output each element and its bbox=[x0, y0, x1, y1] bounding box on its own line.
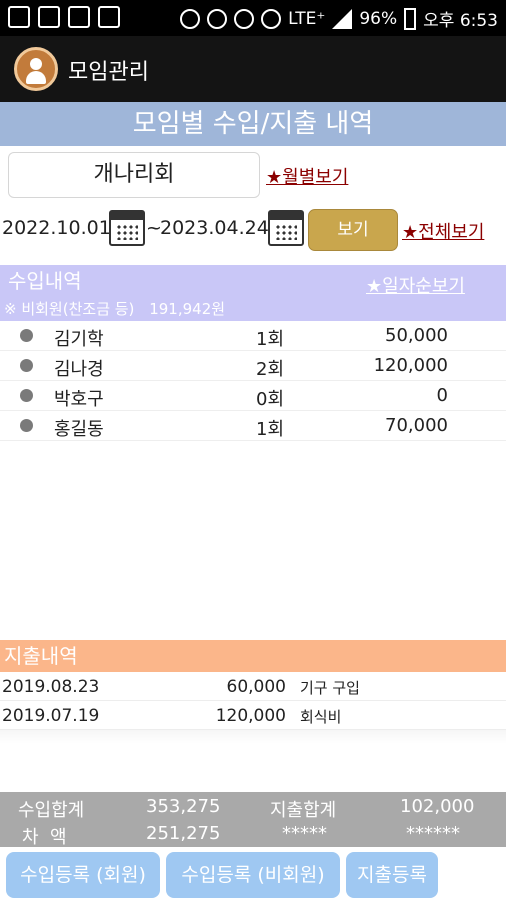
status-bar: LTE⁺ 96% 오후 6:53 bbox=[0, 0, 506, 36]
income-list: 김기학 1회 50,000 김나경 2회 120,000 박호구 0회 0 홍길… bbox=[0, 321, 506, 441]
alarm-icon bbox=[207, 8, 228, 29]
difference-value: 251,275 bbox=[146, 823, 221, 844]
bullet-icon bbox=[20, 359, 33, 372]
page-title: 모임별 수입/지출 내역 bbox=[0, 102, 506, 146]
view-button[interactable]: 보기 bbox=[308, 209, 398, 251]
income-amount: 50,000 bbox=[385, 325, 448, 346]
income-total-label: 수입합계 bbox=[18, 800, 85, 821]
expense-memo: 회식비 bbox=[300, 708, 342, 726]
member-name: 김기학 bbox=[54, 329, 104, 350]
expense-date: 2019.08.23 bbox=[2, 677, 100, 697]
difference-label: 차 액 bbox=[22, 827, 67, 848]
notification-icons bbox=[8, 6, 120, 28]
bullet-icon bbox=[20, 329, 33, 342]
totals-panel: 수입합계 353,275 지출합계 102,000 차 액 251,275 **… bbox=[0, 792, 506, 848]
expense-row[interactable]: 2019.08.23 60,000 기구 구입 bbox=[0, 672, 506, 701]
income-title: 수입내역 bbox=[8, 269, 82, 293]
system-indicators: LTE⁺ 96% 오후 6:53 bbox=[180, 6, 498, 31]
payment-count: 1회 bbox=[256, 329, 285, 350]
add-member-income-button[interactable]: 수입등록 (회원) bbox=[6, 852, 160, 898]
youtube-icon bbox=[68, 6, 90, 28]
nonmember-label: ※ 비회원(찬조금 등) bbox=[4, 300, 135, 318]
mute-icon bbox=[180, 8, 201, 29]
member-name: 박호구 bbox=[54, 389, 104, 410]
masked-value-1: ***** bbox=[282, 823, 327, 844]
group-select-field[interactable]: 개나리회 bbox=[8, 152, 260, 198]
bullet-icon bbox=[20, 389, 33, 402]
expense-total-value: 102,000 bbox=[400, 796, 475, 817]
income-row[interactable]: 김기학 1회 50,000 bbox=[0, 321, 506, 351]
signal-icon bbox=[332, 8, 353, 29]
calendar-from-icon[interactable] bbox=[109, 210, 145, 246]
wifi-icon bbox=[261, 8, 282, 29]
payment-count: 0회 bbox=[256, 389, 285, 410]
income-row[interactable]: 홍길동 1회 70,000 bbox=[0, 411, 506, 441]
battery-percent: 96% bbox=[359, 8, 398, 29]
income-amount: 70,000 bbox=[385, 415, 448, 436]
date-to[interactable]: 2023.04.24 bbox=[160, 217, 269, 239]
income-amount: 0 bbox=[436, 385, 448, 406]
list-fade bbox=[0, 730, 506, 744]
expense-row[interactable]: 2019.07.19 120,000 회식비 bbox=[0, 701, 506, 730]
expense-total-label: 지출합계 bbox=[270, 800, 337, 821]
message-icon bbox=[8, 6, 30, 28]
view-all-link[interactable]: ★전체보기 bbox=[402, 218, 484, 244]
expense-amount: 120,000 bbox=[215, 706, 286, 726]
clock: 오후 6:53 bbox=[423, 11, 498, 31]
member-name: 홍길동 bbox=[54, 419, 104, 440]
member-name: 김나경 bbox=[54, 359, 104, 380]
expense-date: 2019.07.19 bbox=[2, 706, 100, 726]
add-nonmember-income-button[interactable]: 수입등록 (비회원) bbox=[166, 852, 340, 898]
app-title: 모임관리 bbox=[68, 60, 149, 85]
monthly-view-link[interactable]: ★월별보기 bbox=[266, 163, 348, 189]
battery-icon bbox=[404, 7, 417, 30]
expense-section-header: 지출내역 bbox=[0, 640, 506, 672]
calendar-to-icon[interactable] bbox=[268, 210, 304, 246]
income-row[interactable]: 김나경 2회 120,000 bbox=[0, 351, 506, 381]
app-logo-icon bbox=[14, 47, 58, 91]
expense-memo: 기구 구입 bbox=[300, 679, 360, 697]
network-type: LTE⁺ bbox=[288, 8, 326, 29]
income-amount: 120,000 bbox=[373, 355, 448, 376]
hd-icon bbox=[234, 8, 255, 29]
app-bar: 모임관리 bbox=[0, 36, 506, 102]
expense-amount: 60,000 bbox=[226, 677, 286, 697]
bullet-icon bbox=[20, 419, 33, 432]
masked-value-2: ****** bbox=[406, 823, 460, 844]
date-order-link[interactable]: ★일자순보기 bbox=[366, 272, 465, 298]
add-expense-button[interactable]: 지출등록 bbox=[346, 852, 438, 898]
nonmember-summary: ※ 비회원(찬조금 등) 191,942원 bbox=[0, 297, 506, 321]
gallery-icon bbox=[38, 6, 60, 28]
news-icon bbox=[98, 6, 120, 28]
date-from[interactable]: 2022.10.01 bbox=[2, 217, 111, 239]
income-row[interactable]: 박호구 0회 0 bbox=[0, 381, 506, 411]
payment-count: 2회 bbox=[256, 359, 285, 380]
payment-count: 1회 bbox=[256, 419, 285, 440]
nonmember-amount: 191,942원 bbox=[149, 300, 226, 318]
income-total-value: 353,275 bbox=[146, 796, 221, 817]
expense-list: 2019.08.23 60,000 기구 구입 2019.07.19 120,0… bbox=[0, 672, 506, 730]
